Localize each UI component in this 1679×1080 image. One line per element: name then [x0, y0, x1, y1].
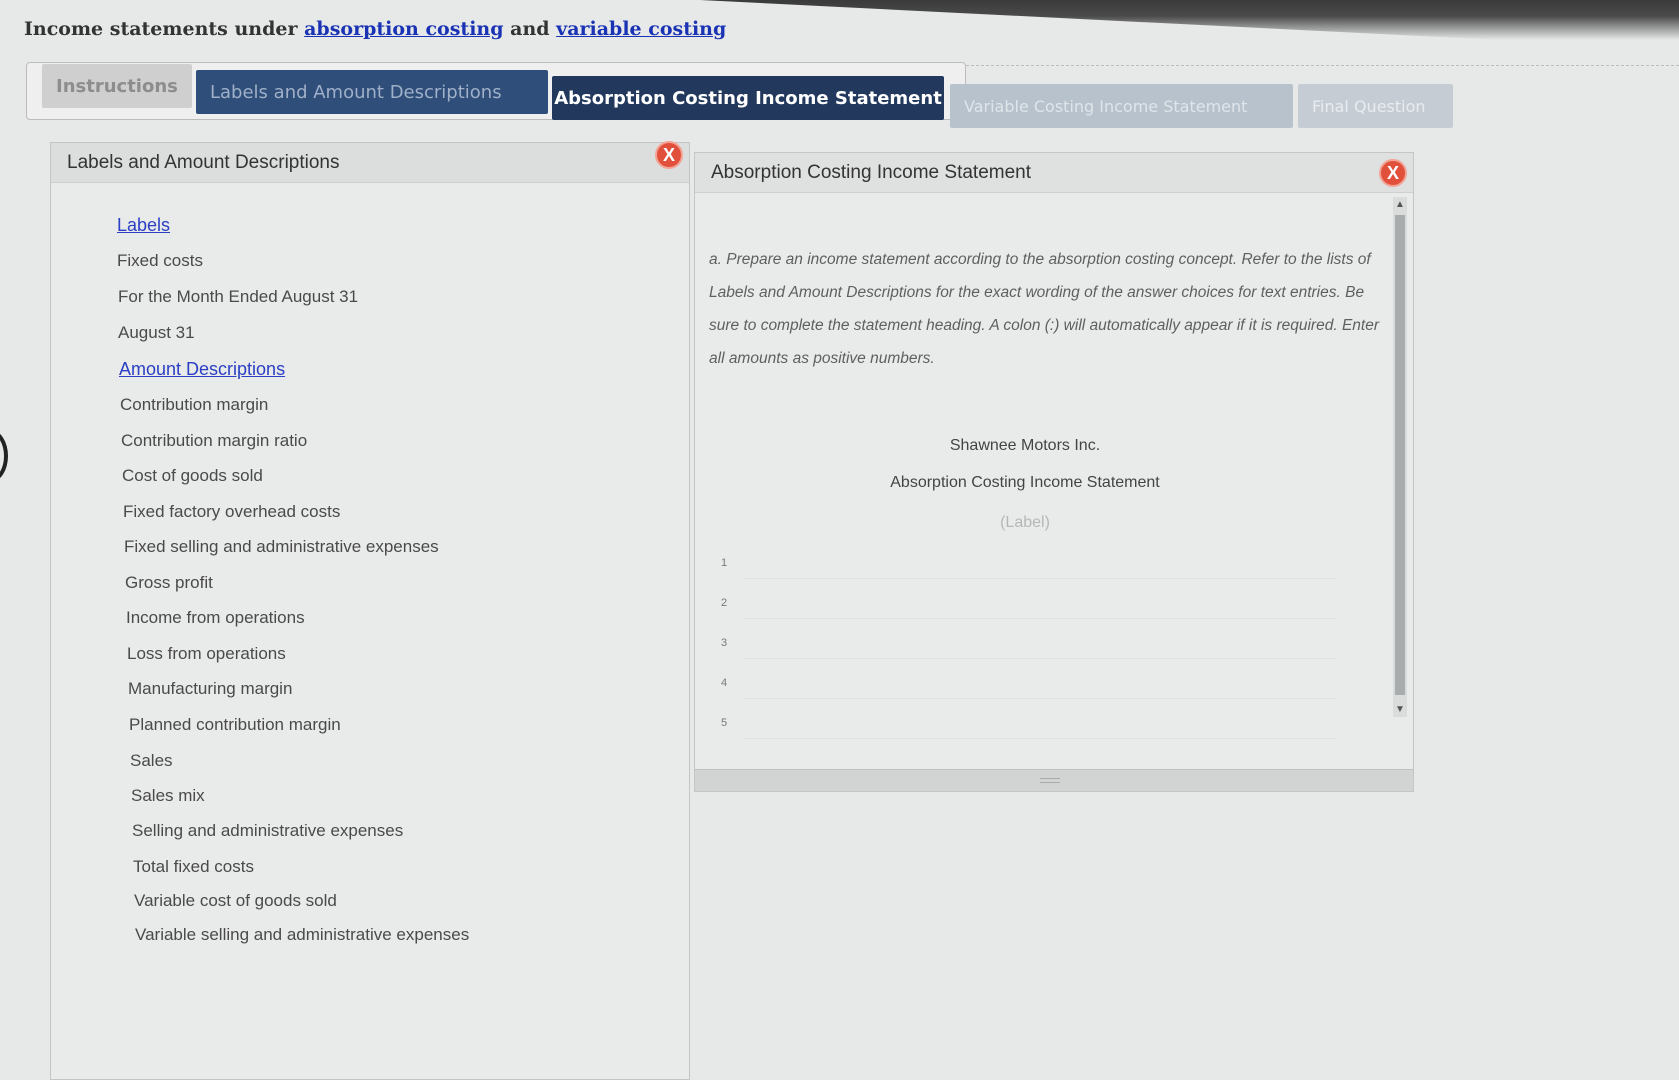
- statement-row-2-input[interactable]: [745, 585, 1335, 619]
- row-number: 5: [721, 717, 728, 729]
- amount-item: Income from operations: [126, 608, 305, 627]
- tab-instructions[interactable]: Instructions: [42, 64, 192, 108]
- statement-row-4-input[interactable]: [745, 665, 1335, 699]
- amount-item: Contribution margin ratio: [121, 431, 308, 450]
- labels-panel-close-button[interactable]: X: [655, 141, 683, 169]
- row-number: 2: [721, 597, 728, 609]
- statement-row-5-input[interactable]: [745, 705, 1335, 739]
- statement-row-3-input[interactable]: [745, 625, 1335, 659]
- amount-item: Manufacturing margin: [128, 679, 293, 698]
- scroll-up-arrow-icon[interactable]: ▲: [1395, 199, 1405, 210]
- scrollbar-thumb[interactable]: [1395, 215, 1405, 695]
- tab-final-question[interactable]: Final Question: [1298, 84, 1453, 128]
- labels-panel-title: Labels and Amount Descriptions: [67, 151, 340, 173]
- tab-labels-and-amount-descriptions[interactable]: Labels and Amount Descriptions: [196, 70, 548, 114]
- amount-item: Loss from operations: [127, 644, 286, 663]
- absorption-costing-link[interactable]: absorption costing: [304, 18, 503, 40]
- statement-period-label-input[interactable]: (Label): [705, 514, 1345, 532]
- absorption-panel-close-button[interactable]: X: [1379, 159, 1407, 187]
- amount-item: Gross profit: [125, 573, 213, 592]
- amount-item: Sales mix: [131, 786, 205, 805]
- statement-row-1-input[interactable]: [745, 545, 1335, 579]
- label-item: For the Month Ended August 31: [118, 287, 359, 306]
- statement-title: Absorption Costing Income Statement: [890, 474, 1160, 491]
- company-name: Shawnee Motors Inc.: [949, 437, 1101, 454]
- amount-item: Contribution margin: [120, 395, 269, 414]
- absorption-statement-panel: Absorption Costing Income Statement X a.…: [694, 152, 1414, 792]
- vertical-scrollbar[interactable]: ▲ ▼: [1393, 197, 1407, 717]
- labels-panel-header: Labels and Amount Descriptions: [51, 143, 689, 183]
- variable-costing-link[interactable]: variable costing: [556, 18, 726, 40]
- amount-item: Planned contribution margin: [129, 715, 341, 734]
- amount-item: Variable selling and administrative expe…: [135, 925, 470, 944]
- amount-item: Variable cost of goods sold: [134, 891, 337, 910]
- title-prefix: Income statements under: [24, 18, 305, 40]
- row-number: 1: [721, 557, 728, 569]
- title-and: and: [503, 18, 557, 40]
- labels-panel: Labels and Amount Descriptions X Labels …: [50, 141, 690, 1080]
- scroll-down-arrow-icon[interactable]: ▼: [1395, 704, 1405, 715]
- statement-instructions: a. Prepare an income statement according…: [709, 251, 1379, 367]
- amount-item: Sales: [130, 751, 173, 770]
- amount-item: Cost of goods sold: [122, 466, 263, 485]
- row-number: 4: [721, 677, 728, 689]
- screen-edge-reflection: [0, 430, 8, 482]
- label-item: Fixed costs: [117, 251, 203, 270]
- absorption-panel-header: Absorption Costing Income Statement: [695, 153, 1413, 193]
- absorption-panel-title: Absorption Costing Income Statement: [711, 161, 1032, 183]
- page-title: Income statements under absorption costi…: [24, 18, 726, 40]
- row-number: 3: [721, 637, 728, 649]
- amount-descriptions-heading-link[interactable]: Amount Descriptions: [119, 359, 285, 380]
- amount-item: Fixed selling and administrative expense…: [124, 537, 439, 556]
- tab-absorption-costing-income-statement[interactable]: Absorption Costing Income Statement: [552, 76, 944, 120]
- amount-item: Fixed factory overhead costs: [123, 502, 341, 521]
- labels-heading-link[interactable]: Labels: [117, 215, 170, 236]
- amount-item: Total fixed costs: [133, 857, 254, 876]
- panel-resize-bar[interactable]: [695, 769, 1413, 791]
- amount-item: Selling and administrative expenses: [132, 821, 404, 840]
- tab-variable-costing-income-statement[interactable]: Variable Costing Income Statement: [950, 84, 1293, 128]
- resize-grip-icon[interactable]: [1040, 778, 1060, 783]
- label-item: August 31: [118, 323, 195, 342]
